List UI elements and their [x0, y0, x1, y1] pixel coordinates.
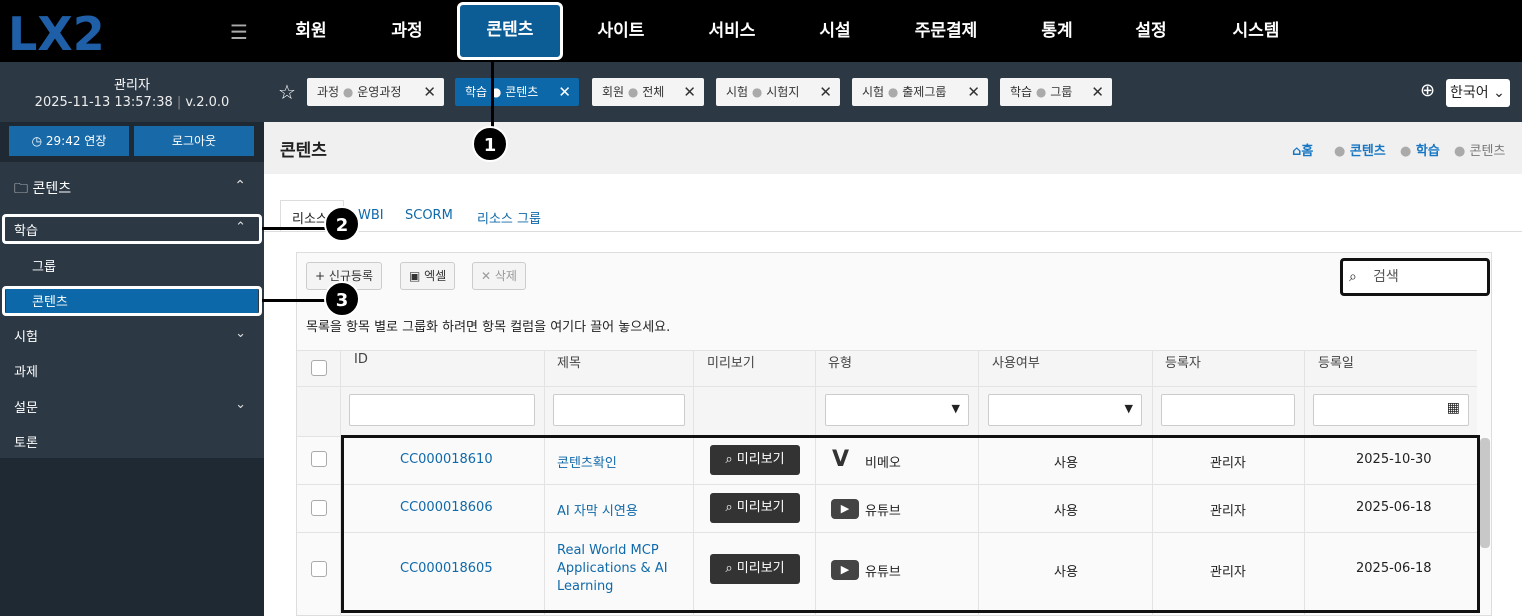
row-checkbox[interactable]: [311, 561, 327, 577]
breadcrumb-home[interactable]: ⌂홈: [1292, 140, 1313, 159]
filter-date[interactable]: ▦: [1313, 394, 1469, 426]
col-type[interactable]: 유형: [828, 352, 852, 371]
x-icon: ✕: [481, 269, 492, 283]
star-icon[interactable]: ☆: [278, 80, 296, 104]
vertical-scrollbar[interactable]: [1480, 438, 1490, 548]
clock-icon: ◷: [31, 134, 43, 148]
highlight-rows: [341, 435, 1480, 613]
close-icon[interactable]: ✕: [1091, 78, 1104, 106]
plus-icon: +: [315, 269, 326, 283]
filter-title[interactable]: [553, 394, 685, 426]
col-use[interactable]: 사용여부: [992, 352, 1040, 371]
highlight-contents: [2, 286, 262, 316]
chevron-up-icon: ⌃: [234, 178, 246, 194]
session-extend-button[interactable]: ◷ 29:42 연장: [9, 126, 129, 156]
filter-use[interactable]: ▼: [988, 394, 1142, 426]
col-date[interactable]: 등록일: [1318, 352, 1354, 371]
search-icon: ⌕: [1349, 269, 1357, 285]
nav-site[interactable]: 사이트: [586, 0, 656, 62]
calendar-icon[interactable]: ▦: [1447, 400, 1460, 416]
tab-resource[interactable]: 리소스: [292, 208, 328, 227]
sub-tab-divider: [264, 231, 1522, 232]
chevron-down-icon: ⌄: [235, 326, 246, 341]
close-icon[interactable]: ✕: [558, 78, 571, 106]
close-icon[interactable]: ✕: [819, 78, 832, 106]
close-icon[interactable]: ✕: [423, 78, 436, 106]
nav-orders[interactable]: 주문결제: [906, 0, 986, 62]
highlight-learning: [2, 214, 262, 244]
open-tab-members[interactable]: 회원 ● 전체 ✕: [592, 78, 704, 106]
nav-members[interactable]: 회원: [280, 0, 342, 62]
breadcrumb-contents[interactable]: ● 콘텐츠: [1334, 140, 1386, 159]
callout-2: 2: [324, 206, 360, 242]
col-author[interactable]: 등록자: [1165, 352, 1201, 371]
language-select[interactable]: 한국어 ⌄: [1446, 79, 1510, 107]
filter-id[interactable]: [349, 394, 535, 426]
nav-statistics[interactable]: 통계: [1030, 0, 1084, 62]
col-preview[interactable]: 미리보기: [707, 352, 755, 371]
user-name: 관리자: [114, 78, 150, 93]
group-hint: 목록을 항목 별로 그룹화 하려면 항목 컬럼을 여기다 끌어 놓으세요.: [306, 320, 671, 335]
lx2-logo: LX2: [8, 7, 105, 56]
logout-button[interactable]: 로그아웃: [134, 126, 254, 156]
nav-courses[interactable]: 과정: [376, 0, 438, 62]
col-title[interactable]: 제목: [557, 352, 581, 371]
version: v.2.0.0: [185, 95, 230, 110]
col-id[interactable]: ID: [354, 352, 368, 367]
login-datetime: 2025-11-13 13:57:38: [34, 95, 173, 110]
open-tab-contents[interactable]: 학습 ● 콘텐츠 ✕: [455, 78, 579, 106]
tab-scorm[interactable]: SCORM: [405, 208, 453, 223]
filter-type[interactable]: ▼: [825, 394, 969, 426]
select-all-checkbox[interactable]: [311, 360, 327, 376]
open-tab-courses[interactable]: 과정 ● 운영과정 ✕: [307, 78, 444, 106]
nav-contents[interactable]: 콘텐츠: [457, 2, 563, 60]
excel-button[interactable]: ▣ 엑셀: [400, 262, 456, 290]
close-icon[interactable]: ✕: [967, 78, 980, 106]
dropdown-arrow-icon: ▼: [951, 402, 960, 415]
globe-icon: ⊕: [1420, 80, 1436, 101]
dropdown-arrow-icon: ▼: [1124, 402, 1133, 415]
home-icon: ⌂: [1292, 144, 1302, 159]
filter-author[interactable]: [1161, 394, 1295, 426]
chevron-down-icon: ⌄: [1493, 85, 1505, 101]
chevron-down-icon: ⌄: [235, 397, 246, 412]
row-checkbox[interactable]: [311, 451, 327, 467]
nav-facilities[interactable]: 시설: [808, 0, 862, 62]
nav-system[interactable]: 시스템: [1220, 0, 1292, 62]
tab-resource-group[interactable]: 리소스 그룹: [477, 208, 541, 227]
open-tab-exam-group[interactable]: 시험 ● 출제그룹 ✕: [852, 78, 988, 106]
callout-3: 3: [324, 281, 360, 317]
row-checkbox[interactable]: [311, 500, 327, 516]
breadcrumb-current: ● 콘텐츠: [1454, 144, 1506, 159]
close-icon[interactable]: ✕: [683, 78, 696, 106]
nav-services[interactable]: 서비스: [696, 0, 768, 62]
nav-settings[interactable]: 설정: [1124, 0, 1178, 62]
folder-icon: 🗀: [14, 181, 28, 197]
excel-icon: ▣: [409, 269, 421, 283]
breadcrumb-learning[interactable]: ● 학습: [1400, 140, 1440, 159]
open-tab-learning-group[interactable]: 학습 ● 그룹 ✕: [1000, 78, 1112, 106]
delete-button[interactable]: ✕ 삭제: [472, 262, 526, 290]
svg-text:LX2: LX2: [8, 7, 105, 56]
tab-wbi[interactable]: WBI: [358, 208, 384, 223]
hamburger-menu-icon[interactable]: ☰: [230, 20, 248, 44]
user-info: 관리자 2025-11-13 13:57:38 | v.2.0.0: [0, 62, 264, 122]
search-input[interactable]: ⌕ 검색: [1340, 258, 1490, 296]
page-title: 콘텐츠: [280, 141, 327, 161]
open-tab-exam-sheet[interactable]: 시험 ● 시험지 ✕: [716, 78, 840, 106]
callout-1: 1: [472, 126, 508, 162]
